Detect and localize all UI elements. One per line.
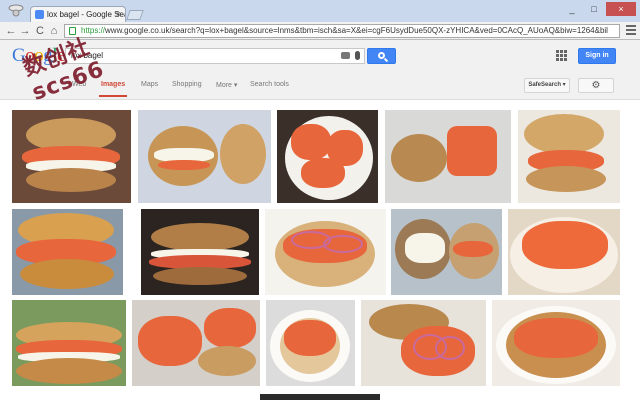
url-text: www.google.co.uk/search?q=lox+bagel&sour… bbox=[105, 26, 608, 35]
sign-in-button[interactable]: Sign in bbox=[578, 48, 616, 64]
browser-menu-icon[interactable] bbox=[626, 25, 636, 35]
window-close-button[interactable]: × bbox=[606, 2, 636, 16]
home-button[interactable]: ⌂ bbox=[47, 24, 61, 38]
window-controls: _ □ × bbox=[562, 2, 636, 16]
search-button[interactable] bbox=[367, 48, 396, 64]
apps-grid-icon[interactable] bbox=[556, 50, 567, 61]
camera-icon[interactable] bbox=[341, 52, 350, 59]
horizontal-scrollbar[interactable] bbox=[260, 394, 380, 400]
tab-shopping[interactable]: Shopping bbox=[172, 81, 202, 88]
image-result[interactable] bbox=[277, 110, 378, 203]
image-result[interactable] bbox=[12, 209, 123, 295]
reload-button[interactable]: C bbox=[33, 24, 47, 38]
tab-maps[interactable]: Maps bbox=[141, 81, 158, 88]
image-result[interactable] bbox=[518, 110, 620, 203]
image-result[interactable] bbox=[132, 300, 260, 386]
google-favicon-icon bbox=[35, 10, 44, 19]
maximize-button[interactable]: □ bbox=[584, 2, 604, 16]
image-result[interactable] bbox=[265, 209, 386, 295]
image-result[interactable] bbox=[361, 300, 486, 386]
image-result[interactable] bbox=[141, 209, 259, 295]
image-result[interactable] bbox=[12, 300, 126, 386]
tab-search-tools[interactable]: Search tools bbox=[250, 81, 289, 88]
image-results-grid bbox=[0, 100, 640, 400]
microphone-icon[interactable] bbox=[355, 51, 360, 60]
settings-gear-icon[interactable]: ⚙ bbox=[578, 78, 614, 93]
image-result[interactable] bbox=[266, 300, 355, 386]
image-result[interactable] bbox=[508, 209, 620, 295]
tab-more[interactable]: More ▾ bbox=[216, 81, 237, 89]
image-result[interactable] bbox=[138, 110, 271, 203]
image-result[interactable] bbox=[492, 300, 620, 386]
image-result[interactable] bbox=[12, 110, 131, 203]
forward-button[interactable]: → bbox=[18, 24, 32, 38]
image-result[interactable] bbox=[385, 110, 511, 203]
back-button[interactable]: ← bbox=[4, 24, 18, 38]
image-result[interactable] bbox=[391, 209, 502, 295]
safesearch-dropdown[interactable]: SafeSearch ▾ bbox=[524, 78, 570, 93]
minimize-button[interactable]: _ bbox=[562, 2, 582, 16]
browser-user-icon[interactable] bbox=[5, 3, 27, 17]
